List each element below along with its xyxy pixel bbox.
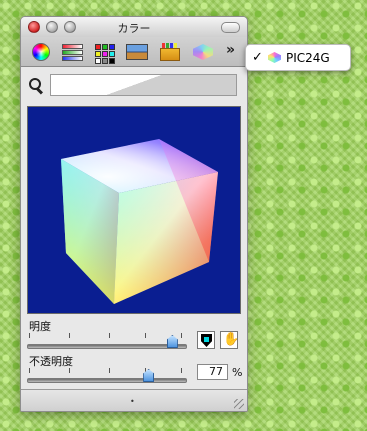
- window-title: カラー: [117, 22, 151, 35]
- color-palettes-button[interactable]: [93, 41, 117, 64]
- hand-icon: ✋: [223, 332, 240, 347]
- more-chevron-button[interactable]: »: [226, 42, 235, 58]
- landscape-image-icon: [126, 44, 148, 60]
- opacity-label: 不透明度: [29, 355, 73, 368]
- toolbar: »: [21, 37, 247, 67]
- menu-item-pic24g[interactable]: PIC24G: [286, 51, 330, 65]
- color-preview-row: [21, 67, 247, 103]
- color-wheel-button[interactable]: [30, 41, 54, 63]
- brightness-slider-track[interactable]: [27, 344, 187, 349]
- hand-tool-button[interactable]: ✋: [220, 331, 240, 349]
- rgb-cube-canvas[interactable]: [27, 106, 241, 314]
- color-wheel-icon: [32, 43, 50, 61]
- resize-grip[interactable]: [234, 399, 244, 409]
- pic24g-button[interactable]: [191, 41, 215, 63]
- opacity-value-field[interactable]: 77: [197, 364, 228, 380]
- color-sliders-button[interactable]: [61, 41, 85, 63]
- rgb-cube-graphic: [61, 139, 218, 304]
- shield-icon: [201, 334, 212, 347]
- toolbar-toggle-button[interactable]: [221, 22, 240, 33]
- pic24g-menu-icon: [268, 52, 281, 63]
- title-bar[interactable]: カラー: [21, 17, 247, 37]
- drawer-handle[interactable]: •: [130, 397, 135, 406]
- eyedropper-mode-button[interactable]: [197, 331, 215, 349]
- magnifier-icon[interactable]: [28, 77, 44, 95]
- color-swatch-well[interactable]: [50, 74, 237, 96]
- pic24g-icon: [193, 44, 213, 60]
- checkmark-icon: ✓: [252, 50, 263, 65]
- brightness-slider-thumb[interactable]: [166, 335, 178, 348]
- color-panel-window: カラー » 明度 ✋ 不透明度 77 % •: [20, 16, 248, 412]
- crayons-button[interactable]: [159, 41, 183, 63]
- opacity-unit: %: [232, 366, 243, 379]
- pic24g-popup-menu: ✓ PIC24G: [245, 44, 351, 71]
- brightness-label: 明度: [29, 320, 51, 333]
- opacity-slider-track[interactable]: [27, 378, 187, 383]
- image-palettes-button[interactable]: [125, 41, 149, 63]
- bottom-bar: •: [21, 389, 247, 411]
